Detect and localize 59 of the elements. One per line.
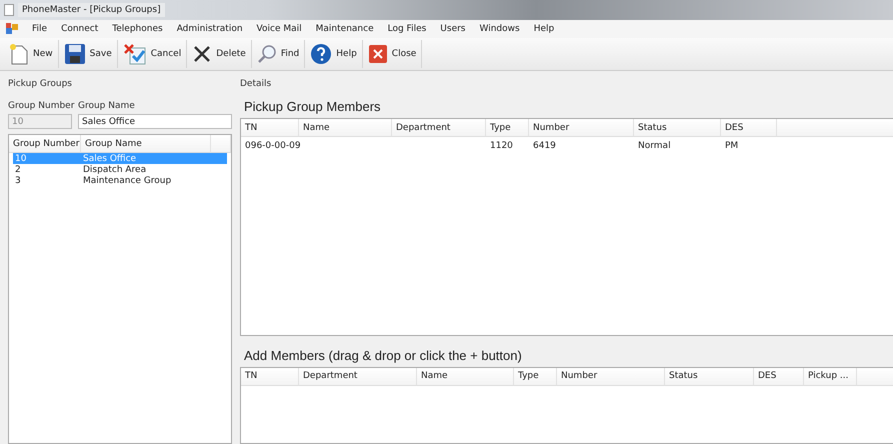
column-header[interactable]: Name — [299, 119, 392, 137]
table-cell-text: 1120 — [489, 140, 514, 152]
delete-icon — [192, 44, 212, 64]
field-label: Group Name — [78, 101, 135, 111]
menu-item[interactable]: Maintenance — [316, 24, 374, 34]
column-header[interactable]: Department — [299, 368, 417, 386]
section-title: Add Members (drag & drop or click the + button) — [243, 346, 523, 365]
toolbar-button[interactable]: Save — [58, 40, 118, 68]
table-cell-text: 6419 — [532, 140, 557, 152]
help-icon — [310, 43, 332, 65]
close-icon — [368, 44, 388, 64]
column-header[interactable]: TN — [241, 119, 299, 137]
panel-title: Details — [240, 79, 272, 89]
menu-item[interactable]: Connect — [61, 24, 98, 34]
column-header[interactable]: Type — [514, 368, 557, 386]
header-filler — [211, 135, 231, 153]
column-header[interactable]: Group Number — [9, 135, 81, 153]
column-header[interactable]: Status — [665, 368, 754, 386]
app-icon — [4, 4, 14, 16]
save-icon — [64, 43, 86, 65]
menu-item[interactable]: Administration — [176, 24, 243, 34]
toolbar-button[interactable]: New — [4, 40, 59, 68]
column-header[interactable]: Type — [486, 119, 529, 137]
list-row[interactable]: 3 Maintenance Group — [13, 175, 227, 186]
menu-item[interactable]: Windows — [480, 24, 520, 34]
table-cell-text: 096-0-00-09 — [244, 140, 299, 152]
menu-item[interactable]: Telephones — [112, 24, 163, 34]
menu-item[interactable]: Voice Mail — [256, 24, 302, 34]
column-header[interactable]: Number — [557, 368, 665, 386]
toolbar-button[interactable]: Help — [305, 40, 363, 68]
toolbar-button[interactable]: Cancel — [118, 40, 188, 68]
window-title: PhoneMaster - [Pickup Groups] — [18, 3, 165, 17]
toolbar-button[interactable]: Delete — [187, 40, 252, 68]
column-header[interactable]: TN — [241, 368, 299, 386]
field-label: Group Number — [8, 101, 72, 111]
table-cell-text: PM — [724, 140, 740, 152]
column-header[interactable]: DES — [754, 368, 804, 386]
toolbar-button[interactable]: Close — [362, 40, 422, 68]
panel-title: Pickup Groups — [8, 79, 73, 89]
menu-item[interactable]: File — [32, 24, 48, 34]
list-row[interactable]: 2 Dispatch Area — [13, 164, 227, 175]
menu-item[interactable]: Log Files — [388, 24, 426, 34]
group-name-field[interactable]: Sales Office — [78, 114, 232, 129]
toolbar-button[interactable]: Find — [252, 40, 306, 68]
app-menu-icon[interactable] — [6, 23, 18, 35]
column-header[interactable]: Status — [634, 119, 721, 137]
column-header[interactable]: DES — [721, 119, 777, 137]
column-header[interactable]: Department — [392, 119, 486, 137]
cancel-icon — [122, 43, 147, 65]
section-title: Pickup Group Members — [243, 98, 382, 116]
table-cell-text: Normal — [637, 140, 672, 152]
menu-item[interactable]: Users — [440, 24, 466, 34]
column-header[interactable]: Name — [417, 368, 514, 386]
column-header[interactable]: Number — [529, 119, 634, 137]
column-header[interactable]: Pickup ... — [804, 368, 857, 386]
search-icon — [256, 44, 277, 64]
document-icon — [9, 43, 29, 65]
column-header[interactable]: Group Name — [81, 135, 211, 153]
menu-item[interactable]: Help — [534, 24, 554, 34]
